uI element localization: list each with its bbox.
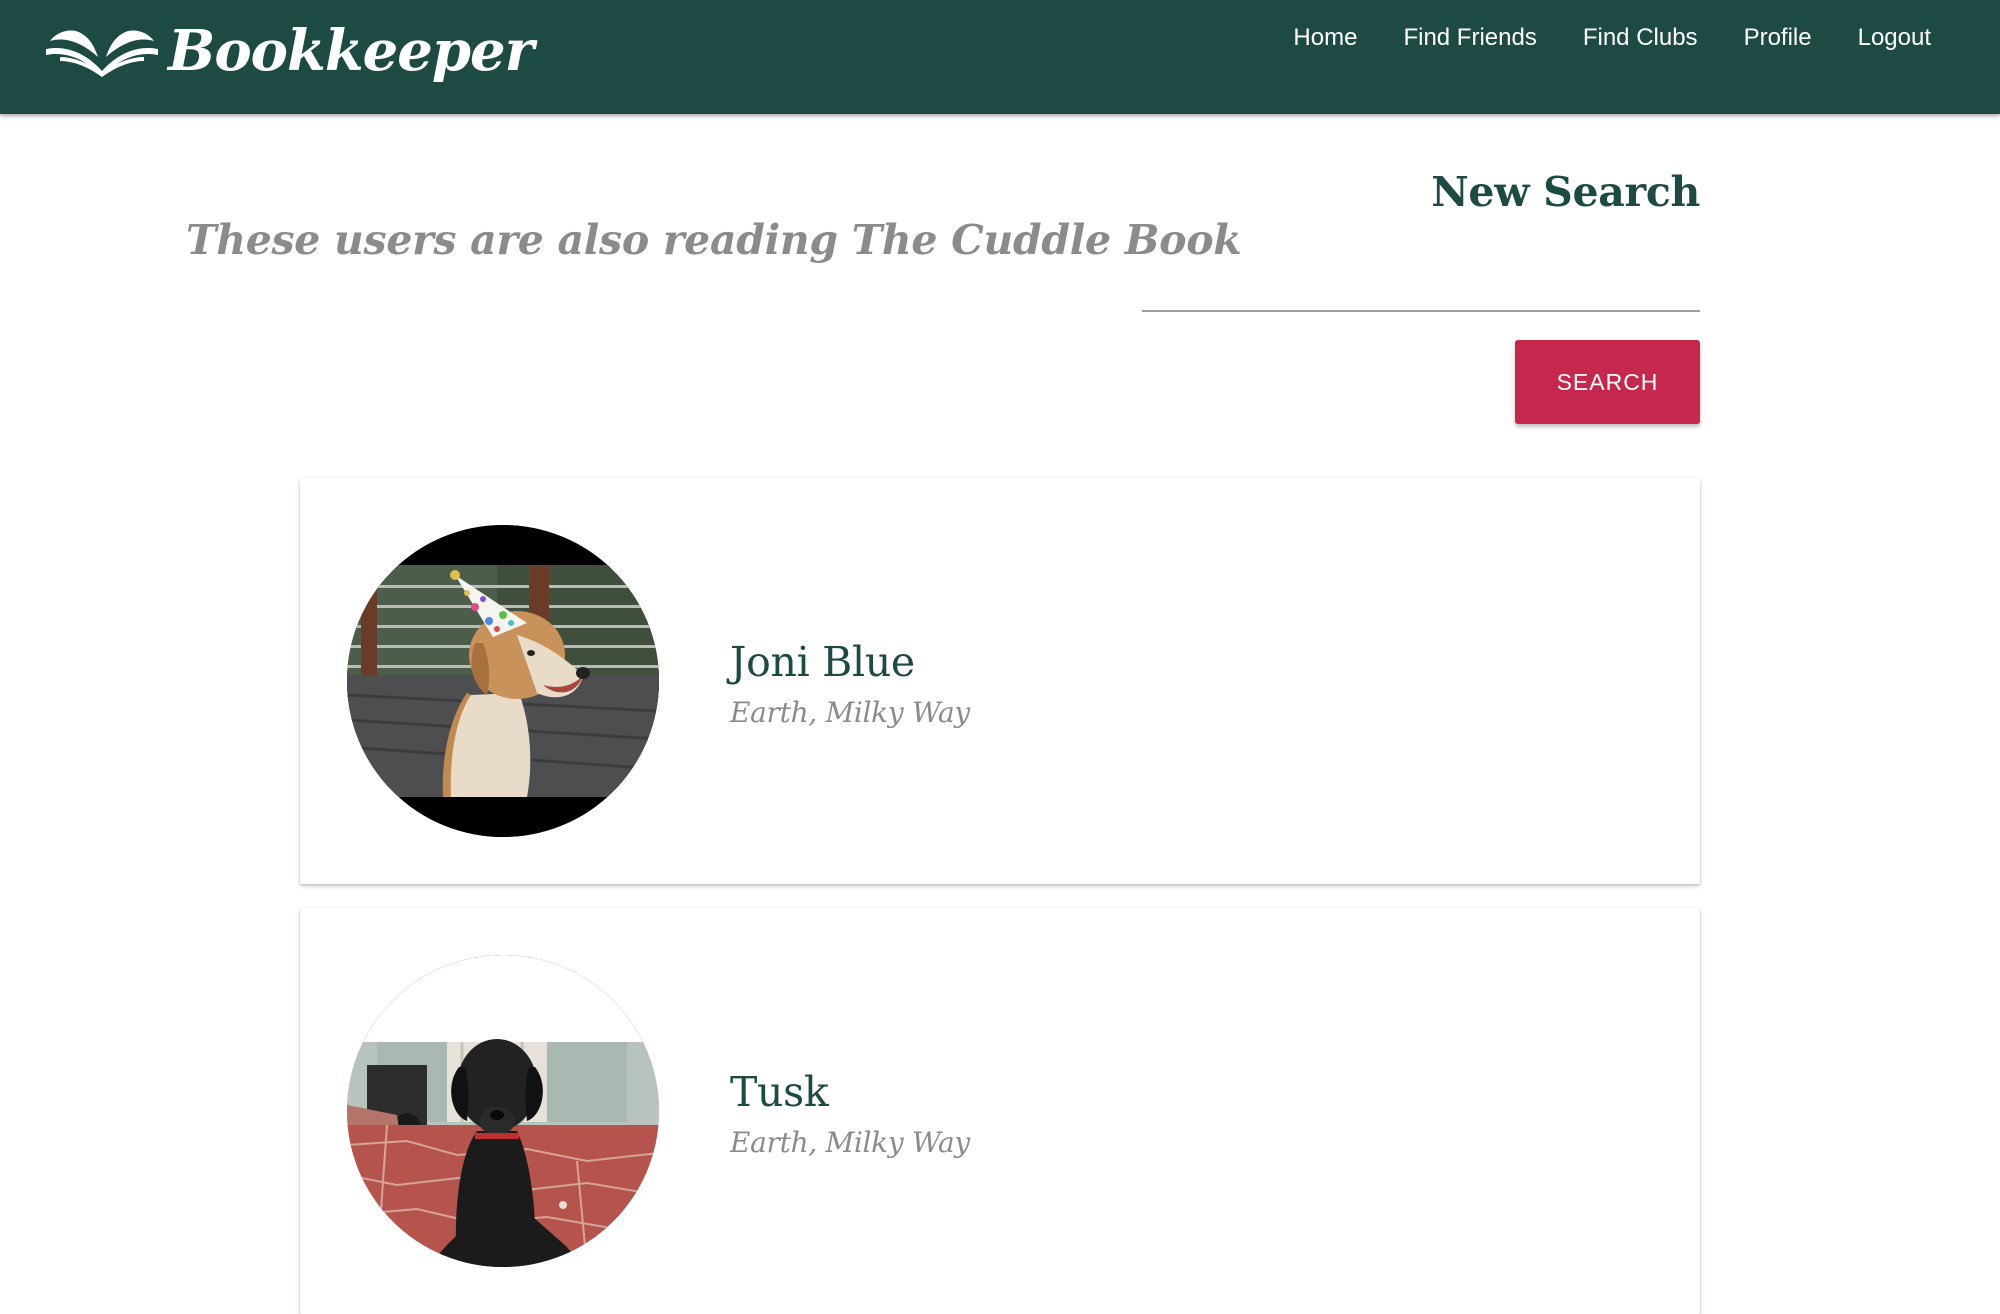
user-name[interactable]: Joni Blue bbox=[730, 638, 915, 686]
nav-find-clubs[interactable]: Find Clubs bbox=[1560, 24, 1721, 52]
search-input[interactable] bbox=[1142, 240, 1700, 312]
user-location: Earth, Milky Way bbox=[730, 1126, 970, 1159]
nav-links: Home Find Friends Find Clubs Profile Log… bbox=[1270, 0, 1954, 76]
nav-home[interactable]: Home bbox=[1270, 24, 1380, 52]
brand-logo-link[interactable]: Bookkeeper bbox=[46, 8, 534, 98]
black-dog-patio-photo bbox=[347, 955, 659, 1267]
results-heading: These users are also reading The Cuddle … bbox=[186, 216, 1242, 264]
user-name[interactable]: Tusk bbox=[730, 1068, 829, 1116]
brand-name: Bookkeeper bbox=[168, 18, 534, 84]
dog-party-hat-photo bbox=[347, 525, 659, 837]
user-card[interactable]: Tusk Earth, Milky Way bbox=[300, 908, 1700, 1314]
user-location: Earth, Milky Way bbox=[730, 696, 970, 729]
user-avatar[interactable] bbox=[347, 525, 659, 837]
user-card[interactable]: Joni Blue Earth, Milky Way bbox=[300, 478, 1700, 884]
open-book-icon bbox=[46, 30, 158, 77]
user-avatar[interactable] bbox=[347, 955, 659, 1267]
search-button[interactable]: SEARCH bbox=[1515, 340, 1700, 424]
navbar: Bookkeeper Home Find Friends Find Clubs … bbox=[0, 0, 2000, 114]
nav-find-friends[interactable]: Find Friends bbox=[1380, 24, 1559, 52]
nav-logout[interactable]: Logout bbox=[1835, 24, 1954, 52]
nav-profile[interactable]: Profile bbox=[1721, 24, 1835, 52]
search-panel: New Search SEARCH bbox=[1142, 168, 1700, 424]
search-title: New Search bbox=[1431, 168, 1700, 216]
